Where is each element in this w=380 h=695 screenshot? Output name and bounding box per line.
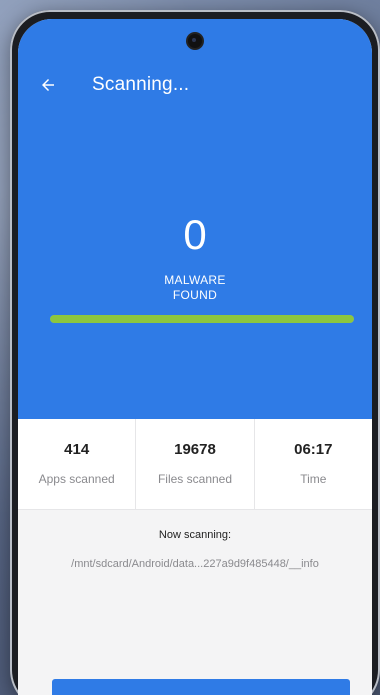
front-camera-icon [188, 34, 202, 48]
stat-label: Time [300, 472, 327, 486]
now-scanning-heading: Now scanning: [158, 529, 232, 541]
scan-header-panel: Scanning... 0 MALWARE FOUND [18, 19, 372, 419]
scan-stats: 414 Apps scanned 19678 Files scanned 06:… [18, 419, 372, 510]
malware-label-line1: MALWARE [164, 273, 226, 287]
bottom-action-button[interactable] [52, 679, 350, 695]
phone-frame: Scanning... 0 MALWARE FOUND 414 Apps sca… [10, 10, 380, 695]
back-arrow-icon[interactable] [36, 73, 60, 97]
malware-found-label: MALWARE FOUND [18, 273, 372, 303]
malware-label-line2: FOUND [172, 288, 218, 302]
stat-time: 06:17 Time [255, 419, 372, 509]
stat-label: Files scanned [157, 472, 233, 486]
stat-value: 19678 [174, 441, 216, 458]
malware-count: 0 [183, 211, 207, 258]
stat-apps-scanned: 414 Apps scanned [18, 419, 137, 509]
scan-progress-bar [50, 315, 354, 323]
arrow-left-icon [42, 79, 54, 91]
page-title: Scanning... [92, 74, 190, 95]
stat-value: 414 [64, 441, 90, 458]
stat-label: Apps scanned [38, 472, 115, 486]
stat-value: 06:17 [294, 441, 333, 458]
phone-screen: Scanning... 0 MALWARE FOUND 414 Apps sca… [18, 19, 372, 695]
app-bar: Scanning... [18, 65, 372, 105]
now-scanning-path: /mnt/sdcard/Android/data...227a9d9f48544… [71, 558, 319, 570]
scan-progress-fill [50, 315, 354, 323]
stat-files-scanned: 19678 Files scanned [136, 419, 255, 509]
